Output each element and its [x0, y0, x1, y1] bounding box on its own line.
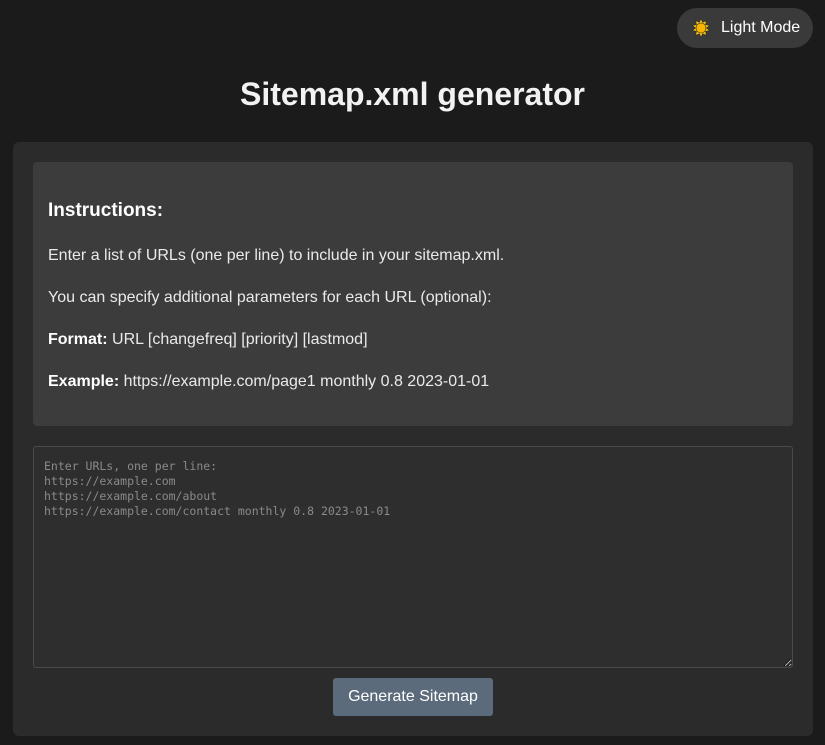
main-card: Instructions: Enter a list of URLs (one …: [13, 142, 813, 736]
example-value: https://example.com/page1 monthly 0.8 20…: [119, 373, 490, 390]
format-line: Format: URL [changefreq] [priority] [las…: [48, 331, 368, 349]
format-value: URL [changefreq] [priority] [lastmod]: [107, 331, 368, 348]
theme-toggle-label: Light Mode: [721, 19, 801, 36]
example-line: Example: https://example.com/page1 month…: [48, 373, 489, 391]
sun-icon: [691, 17, 711, 39]
generate-sitemap-button[interactable]: Generate Sitemap: [333, 678, 493, 716]
format-label: Format:: [48, 331, 108, 348]
instructions-line-2: You can specify additional parameters fo…: [48, 289, 492, 306]
instructions-line-1: Enter a list of URLs (one per line) to i…: [48, 247, 505, 264]
page-title: Sitemap.xml generator: [240, 76, 585, 112]
instructions-heading: Instructions:: [48, 200, 164, 221]
example-label: Example:: [48, 373, 120, 390]
url-input[interactable]: [33, 446, 793, 668]
theme-toggle-button[interactable]: Light Mode: [677, 8, 813, 48]
instructions-panel: Instructions: Enter a list of URLs (one …: [33, 162, 793, 426]
